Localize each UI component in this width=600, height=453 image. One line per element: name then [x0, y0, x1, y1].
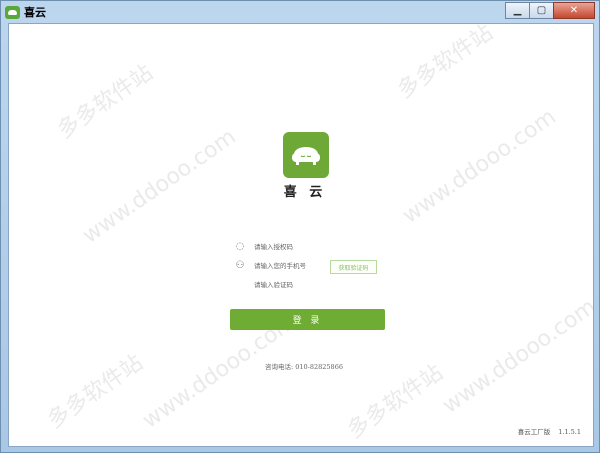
- brand-name: 喜 云: [283, 185, 327, 200]
- window-controls: ▁ ▢ ✕: [505, 2, 595, 19]
- watermark-url: www.ddooo.com: [78, 124, 241, 249]
- loading-icon: ◌: [235, 241, 245, 252]
- version-info: 喜云工厂版 1.1.5.1: [518, 426, 581, 436]
- auth-code-field[interactable]: ◌: [234, 239, 394, 255]
- user-icon: ⚇: [235, 260, 245, 271]
- app-window: 喜云 ▁ ▢ ✕ 多多软件站 www.ddooo.com 多多软件站 www.d…: [0, 0, 600, 453]
- version-number: 1.1.5.1: [558, 428, 581, 436]
- login-panel: 多多软件站 www.ddooo.com 多多软件站 www.ddooo.com …: [8, 23, 594, 447]
- watermark-url: www.ddooo.com: [398, 104, 561, 229]
- vendor-label: 喜云工厂版: [517, 428, 551, 436]
- sofa-icon: [292, 147, 320, 165]
- hotline-text: 咨询电话: 010-82825866: [265, 363, 343, 371]
- verify-code-field[interactable]: [234, 277, 394, 293]
- watermark-text: 多多软件站: [43, 350, 148, 434]
- auth-code-input[interactable]: [254, 243, 354, 251]
- verify-code-input[interactable]: [254, 281, 354, 289]
- title-bar[interactable]: 喜云 ▁ ▢ ✕: [1, 1, 599, 23]
- maximize-button[interactable]: ▢: [529, 2, 554, 19]
- window-title: 喜云: [24, 6, 46, 19]
- watermark-text: 多多软件站: [53, 60, 158, 144]
- blank-icon: [234, 279, 246, 291]
- get-code-button[interactable]: 获取验证码: [330, 260, 377, 274]
- brand-logo: [283, 132, 329, 178]
- login-button[interactable]: 登 录: [230, 309, 385, 330]
- minimize-button[interactable]: ▁: [505, 2, 530, 19]
- watermark-url: www.ddooo.com: [438, 294, 594, 419]
- close-button[interactable]: ✕: [553, 2, 595, 19]
- watermark-text: 多多软件站: [393, 23, 498, 104]
- app-logo-icon: [5, 5, 20, 19]
